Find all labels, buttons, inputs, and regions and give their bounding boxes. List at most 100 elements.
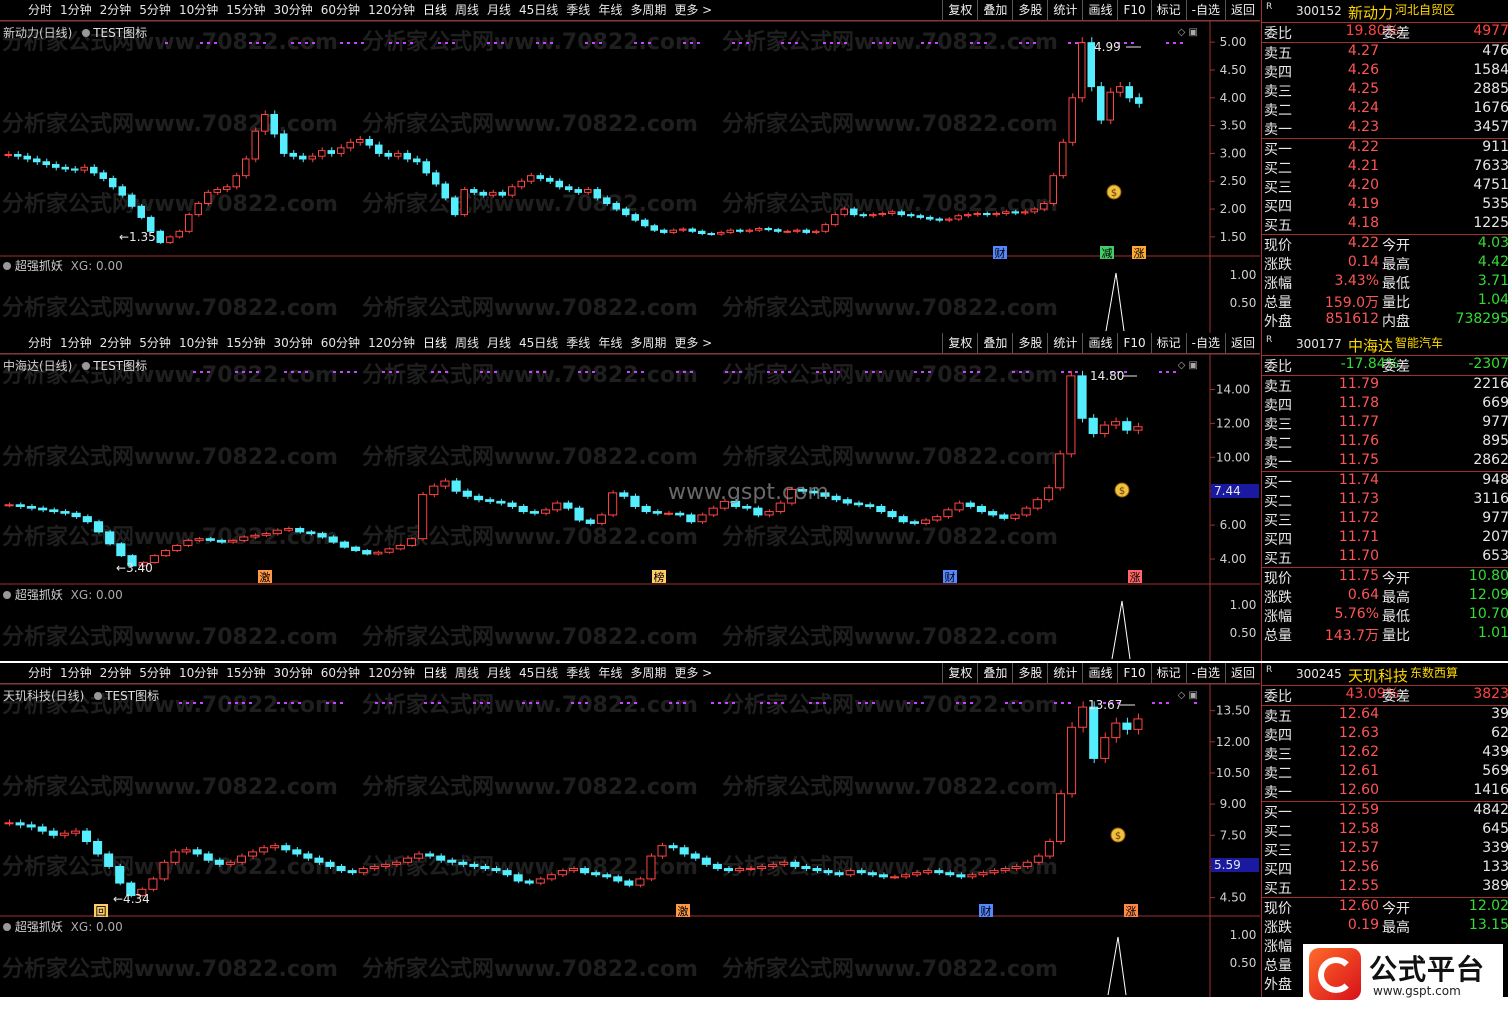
candle-body — [1133, 426, 1143, 431]
sub-tick-label: 1.00 — [1230, 598, 1257, 612]
sub-toggle-icon[interactable] — [3, 262, 11, 270]
candle-body — [736, 229, 744, 232]
signal-dot — [1194, 702, 1197, 704]
bid-label: 买五 — [1264, 551, 1292, 567]
y-tick-label: 13.50 — [1216, 704, 1250, 718]
ask-price: 12.62 — [1338, 744, 1379, 760]
stock-name[interactable]: 新动力 — [1348, 2, 1393, 23]
signal-dot — [928, 42, 931, 44]
signal-dot — [634, 371, 637, 373]
signal-dot — [1159, 702, 1162, 704]
signal-dot — [1054, 702, 1057, 704]
bid-volume: 977 — [1482, 510, 1508, 526]
candle-body — [976, 505, 987, 513]
ask-label: 卖三 — [1264, 84, 1292, 100]
candle-body — [1049, 175, 1057, 204]
candle-body — [967, 874, 977, 878]
signal-dot — [746, 42, 749, 44]
watermark-text: 分析家公式网www.70822.com — [722, 854, 1058, 880]
bid-price: 11.74 — [1338, 472, 1379, 488]
candle-body — [591, 872, 601, 876]
bid-volume: 339 — [1482, 840, 1508, 856]
signal-dot — [550, 42, 553, 44]
candle-body — [194, 538, 204, 541]
chart-window-icons[interactable]: ◇ ▣ — [1178, 27, 1198, 38]
indicator-toggle-icon[interactable] — [82, 362, 91, 370]
stock-name[interactable]: 中海达 — [1348, 335, 1393, 356]
watermark-text: 分析家公式网www.70822.com — [722, 774, 1058, 800]
candle-body — [945, 218, 953, 221]
signal-dot — [788, 42, 791, 44]
candle-body — [99, 172, 107, 179]
candle-body — [1077, 375, 1087, 419]
stat-label: 涨幅 — [1264, 939, 1292, 955]
ask-price: 12.64 — [1338, 706, 1379, 722]
candle-body — [414, 853, 424, 859]
signal-dot — [291, 371, 294, 373]
candle-body — [23, 155, 31, 160]
indicator-toggle-icon[interactable] — [94, 692, 103, 700]
sub-toggle-icon[interactable] — [3, 591, 11, 599]
signal-dot — [739, 371, 742, 373]
stat-value: 12.60 — [1338, 898, 1379, 914]
signal-dot — [872, 42, 875, 44]
candle-body — [236, 855, 246, 863]
candle-body — [964, 214, 972, 217]
chart-window-icons[interactable]: ◇ ▣ — [1178, 690, 1198, 701]
signal-dot — [865, 702, 868, 704]
signal-dot — [690, 371, 693, 373]
stat-label: 现价 — [1264, 901, 1292, 917]
candle-body — [856, 870, 866, 874]
quote-row: 买三 12.57 339 — [1262, 840, 1508, 859]
stock-name[interactable]: 天玑科技 — [1348, 665, 1408, 686]
signal-dot — [536, 42, 539, 44]
signal-dot — [347, 42, 350, 44]
quote-row: 卖三 4.25 2885 — [1262, 81, 1508, 100]
signal-dot — [767, 371, 770, 373]
watermark-text: 分析家公式网www.70822.com — [362, 444, 698, 470]
candle-body — [574, 507, 584, 521]
quote-row: 买四 12.56 133 — [1262, 859, 1508, 878]
chart-window-icons[interactable]: ◇ ▣ — [1178, 360, 1198, 371]
signal-dot — [781, 702, 784, 704]
sub-indicator-name: 超强抓妖 — [14, 920, 63, 934]
signal-dot — [333, 371, 336, 373]
sub-toggle-icon[interactable] — [3, 923, 11, 931]
ask-volume: 476 — [1482, 43, 1508, 59]
signal-dot — [732, 42, 735, 44]
signal-dot — [578, 371, 581, 373]
stat-label-2: 量比 — [1382, 628, 1410, 644]
signal-dot — [711, 702, 714, 704]
signal-dot — [438, 702, 441, 704]
bid-price: 11.70 — [1338, 548, 1379, 564]
quote-row: 外盘 851612 内盘 738295 — [1262, 311, 1508, 330]
quote-row: 买四 11.71 207 — [1262, 529, 1508, 548]
candle-body — [641, 505, 651, 513]
signal-dot — [361, 42, 364, 44]
money-bag-symbol: $ — [1119, 486, 1125, 497]
chart-panel-1[interactable]: 分时 1分钟 2分钟 5分钟 10分钟 15分钟 30分钟 60分钟 120分钟 日线 周线 月线 45… — [0, 0, 1508, 333]
candle-body — [688, 228, 696, 232]
candle-body — [809, 490, 819, 494]
r-icon: R — [1266, 2, 1273, 12]
stat-value: 5.76% — [1334, 606, 1379, 622]
chart-canvas: 分析家公式网www.70822.com 分析家公式网www.70822.com 分析… — [0, 683, 1260, 997]
candle-body — [842, 499, 852, 504]
signal-dot — [1026, 42, 1029, 44]
candle-body — [726, 229, 734, 233]
candle-body — [156, 230, 164, 243]
signal-dot — [837, 371, 840, 373]
chart-panel-2[interactable]: 分时 1分钟 2分钟 5分钟 10分钟 15分钟 30分钟 60分钟 120分钟 日线 周线 月线 45… — [0, 333, 1508, 661]
low-price-label: ←4.34 — [113, 892, 150, 906]
candle-body — [901, 874, 911, 878]
signal-dot — [1026, 371, 1029, 373]
chart-panel-3[interactable]: 分时 1分钟 2分钟 5分钟 10分钟 15分钟 30分钟 60分钟 120分钟 日线 周线 月线 45… — [0, 663, 1508, 997]
ask-label: 卖五 — [1264, 379, 1292, 395]
indicator-toggle-icon[interactable] — [82, 29, 91, 37]
candle-body — [956, 874, 966, 878]
candle-body — [447, 859, 457, 863]
candle-body — [225, 861, 235, 865]
candle-body — [104, 853, 114, 867]
candle-body — [983, 213, 991, 216]
candle-body — [707, 233, 715, 236]
